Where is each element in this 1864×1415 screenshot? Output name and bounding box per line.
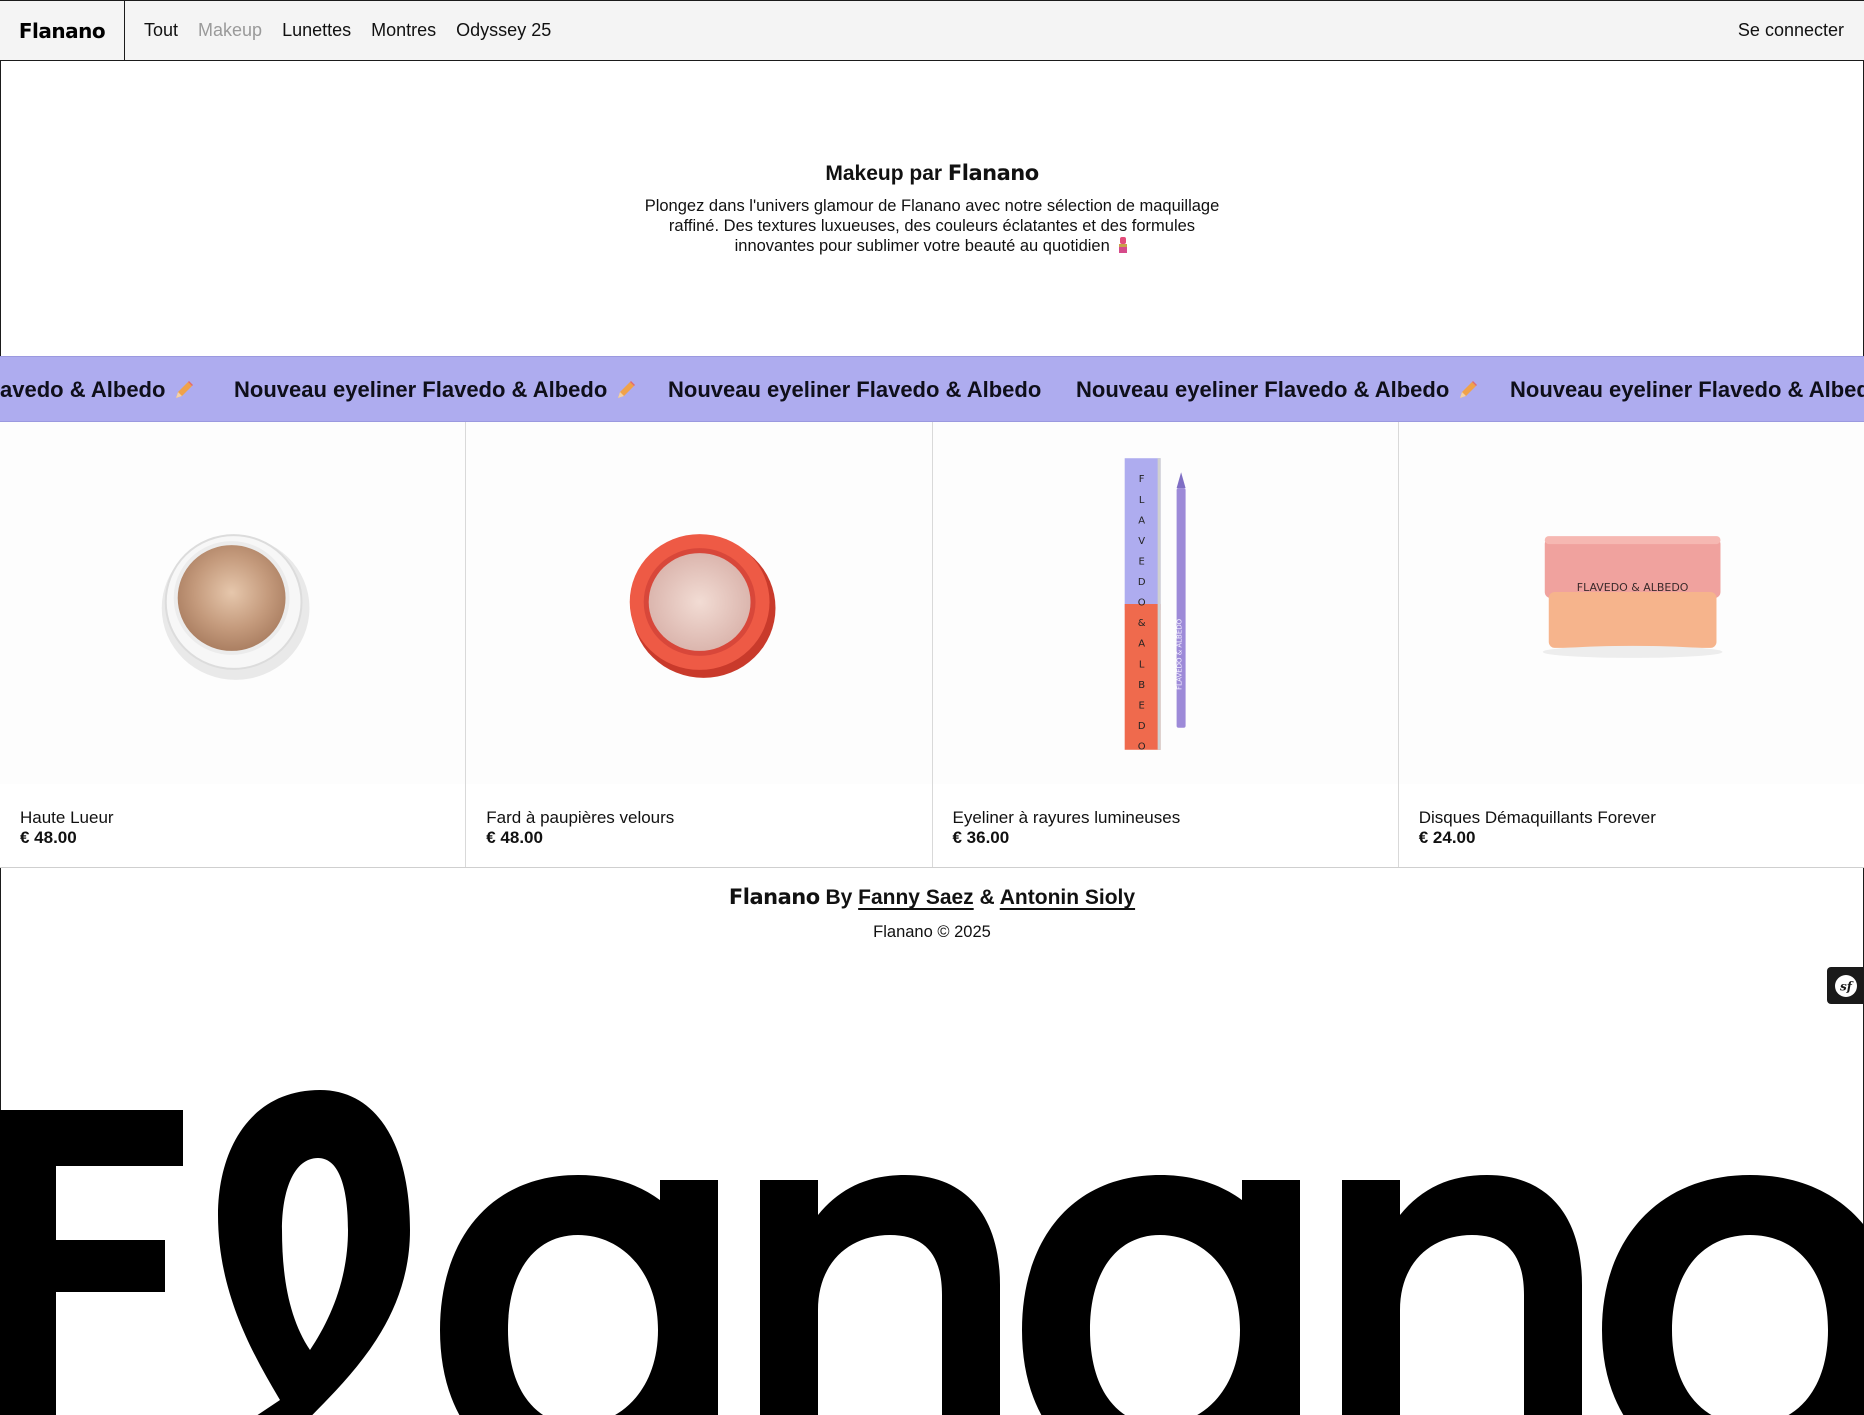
eyeliner-image: FLAVEDO&ALBEDO FLAVEDO & ALBEDO: [1124, 458, 1186, 753]
eyeshadow-compact-image: [629, 534, 776, 678]
footer-brand: Flanano: [728, 885, 820, 909]
marquee-text: avedo & Albedo: [0, 377, 166, 402]
box-letter: A: [1138, 639, 1145, 650]
eyeshadow-pot-image: [161, 534, 310, 680]
category-intro: Makeup par Flanano Plongez dans l'univer…: [0, 161, 1864, 256]
product-card[interactable]: Haute Lueur € 48.00: [0, 422, 467, 867]
box-letter: A: [1138, 515, 1145, 526]
box-letter: L: [1138, 659, 1144, 670]
nav-tout[interactable]: Tout: [144, 20, 178, 41]
product-grid: Haute Lueur € 48.00 Fard à paupières vel…: [0, 422, 1864, 868]
top-navbar: Flanano Tout Makeup Lunettes Montres Ody…: [0, 0, 1864, 61]
marquee-item: avedo & Albedo: [0, 357, 195, 421]
title-prefix: Makeup par: [825, 162, 948, 185]
giant-logo-svg: [0, 1090, 1864, 1415]
pencil-label: FLAVEDO & ALBEDO: [1175, 618, 1183, 689]
marquee-item: Nouveau eyeliner Flavedo & Albedo: [668, 357, 1042, 421]
author-link-fanny[interactable]: Fanny Saez: [858, 886, 974, 909]
product-card[interactable]: F L A V E D O & A L B E D O FLAVEDO & ALBEDO Eyeliner…: [932, 422, 1399, 867]
pencil-icon: [1460, 381, 1478, 398]
symfony-icon: sf: [1834, 974, 1857, 997]
brand-logo: Flanano: [18, 18, 106, 43]
pencil-icon: [618, 381, 636, 398]
marquee-item: Nouveau eyeliner Flavedo & Albedo: [1076, 357, 1479, 421]
marquee-text: Nouveau eyeliner Flavedo & Albedo: [234, 377, 608, 402]
box-letter: L: [1138, 495, 1144, 506]
box-letter: B: [1138, 680, 1145, 691]
product-name: Eyeliner à rayures lumineuses: [952, 808, 1181, 827]
box-letter: V: [1138, 536, 1145, 547]
nav-montres[interactable]: Montres: [371, 20, 436, 41]
marquee-item: Nouveau eyeliner Flavedo & Albedo: [234, 357, 637, 421]
lipstick-icon: [1119, 237, 1128, 253]
login-link[interactable]: Se connecter: [1738, 1, 1864, 60]
box-letter: D: [1137, 577, 1145, 588]
footer-credit: Flanano By Fanny Saez & Antonin Sioly: [0, 885, 1864, 910]
logo-link[interactable]: Flanano: [0, 1, 125, 60]
svg-text:sf: sf: [1840, 979, 1854, 993]
jar-label: FLAVEDO & ALBEDO: [1577, 581, 1689, 594]
product-name: Haute Lueur: [20, 808, 114, 827]
nav-makeup[interactable]: Makeup: [198, 20, 262, 41]
main-nav: Tout Makeup Lunettes Montres Odyssey 25: [125, 1, 551, 60]
footer-amp: &: [973, 886, 1000, 909]
product-image: [466, 422, 932, 784]
page-title: Makeup par Flanano: [0, 161, 1864, 186]
product-card[interactable]: Fard à paupières velours € 48.00: [466, 422, 933, 867]
box-letter: E: [1138, 700, 1144, 711]
product-image: [0, 422, 466, 784]
box-letter: F: [1138, 474, 1144, 485]
product-name: Disques Démaquillants Forever: [1418, 808, 1656, 827]
box-letter: E: [1138, 556, 1144, 567]
marquee-text: Nouveau eyeliner Flavedo & Albedo: [668, 377, 1042, 402]
box-letter: O: [1137, 742, 1145, 753]
intro-description: Plongez dans l'univers glamour de Flanan…: [627, 196, 1237, 256]
marquee-item: Nouveau eyeliner Flavedo & Albedo: [1510, 357, 1864, 421]
box-letter: D: [1137, 721, 1145, 732]
product-card[interactable]: FLAVEDO & ALBEDO Disques Démaquillants F…: [1398, 422, 1864, 867]
product-image: FLAVEDO & ALBEDO: [1398, 422, 1864, 784]
product-image: F L A V E D O & A L B E D O FLAVEDO & ALBEDO: [932, 422, 1398, 784]
title-brand: Flanano: [947, 161, 1039, 185]
copyright: Flanano © 2025: [873, 923, 991, 941]
box-letter: O: [1137, 598, 1145, 609]
product-price: € 48.00: [20, 828, 77, 847]
intro-text: Plongez dans l'univers glamour de Flanan…: [644, 197, 1220, 255]
product-price: € 48.00: [486, 828, 543, 847]
marquee-text: Nouveau eyeliner Flavedo & Albedo: [1076, 377, 1450, 402]
nav-odyssey[interactable]: Odyssey 25: [456, 20, 551, 41]
symfony-debug-toggle[interactable]: sf: [1827, 967, 1864, 1004]
pads-jar-image: FLAVEDO & ALBEDO: [1542, 536, 1723, 658]
announcement-marquee: avedo & Albedo Nouveau eyeliner Flavedo …: [0, 356, 1864, 422]
product-price: € 36.00: [952, 828, 1010, 847]
pencil-icon: [176, 381, 194, 398]
footer-by: By: [819, 886, 859, 909]
product-name: Fard à paupières velours: [486, 808, 675, 827]
box-letter: &: [1137, 618, 1145, 629]
footer-giant-logo: [0, 1040, 1864, 1415]
author-link-antonin[interactable]: Antonin Sioly: [1000, 886, 1135, 909]
marquee-text: Nouveau eyeliner Flavedo & Albedo: [1510, 377, 1864, 402]
nav-lunettes[interactable]: Lunettes: [282, 20, 351, 41]
product-price: € 24.00: [1418, 828, 1476, 847]
